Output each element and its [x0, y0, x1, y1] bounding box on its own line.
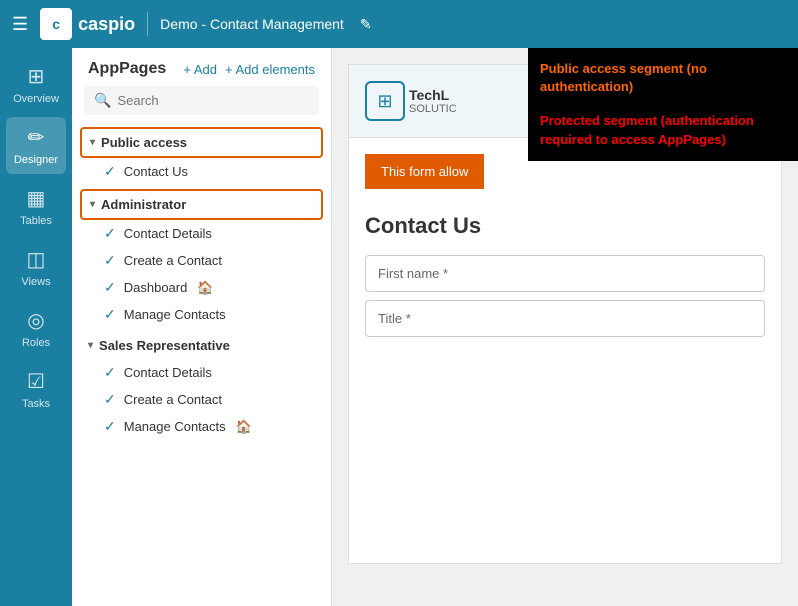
page-item-contact-details-admin[interactable]: ✓ Contact Details	[96, 220, 323, 247]
segment-public-label: Public access	[101, 135, 187, 150]
views-icon: ◫	[27, 247, 46, 272]
check-icon-2: ✓	[104, 225, 116, 242]
home-icon: 🏠	[197, 280, 213, 296]
tech-sub: SOLUTIC	[409, 103, 457, 115]
page-item-manage-contacts-sales[interactable]: ✓ Manage Contacts 🏠	[96, 413, 323, 440]
apppages-list: ▾ Public access ✓ Contact Us ▾ Administr…	[72, 123, 331, 606]
check-icon: ✓	[104, 163, 116, 180]
tables-icon: ▦	[27, 186, 46, 211]
segment-sales-items: ✓ Contact Details ✓ Create a Contact ✓ M…	[80, 359, 323, 440]
check-icon-3: ✓	[104, 252, 116, 269]
segment-sales-label: Sales Representative	[99, 338, 230, 353]
edit-project-icon[interactable]: ✎	[360, 16, 372, 33]
designer-icon: ✏	[28, 125, 45, 150]
sidebar-label-roles: Roles	[22, 337, 50, 349]
sidebar-item-tasks[interactable]: ☑ Tasks	[6, 361, 66, 418]
apppages-header: AppPages + Add + Add elements	[72, 48, 331, 86]
page-label-dashboard: Dashboard	[124, 280, 188, 295]
logo: c caspio	[40, 8, 135, 40]
logo-text: caspio	[78, 14, 135, 35]
segment-admin-items: ✓ Contact Details ✓ Create a Contact ✓ D…	[80, 220, 323, 328]
sidebar-item-views[interactable]: ◫ Views	[6, 239, 66, 296]
page-item-dashboard[interactable]: ✓ Dashboard 🏠	[96, 274, 323, 301]
segment-sales-header[interactable]: ▾ Sales Representative	[80, 332, 323, 359]
roles-icon: ◎	[27, 308, 44, 333]
check-icon-6: ✓	[104, 364, 116, 381]
check-icon-5: ✓	[104, 306, 116, 323]
page-label-create-contact-sales: Create a Contact	[124, 392, 222, 407]
sidebar-label-tasks: Tasks	[22, 398, 50, 410]
page-label-contact-us: Contact Us	[124, 164, 188, 179]
hamburger-icon[interactable]: ☰	[12, 14, 28, 35]
home-icon-2: 🏠	[236, 419, 252, 435]
annotation-protected: Protected segment (authentication requir…	[540, 112, 786, 148]
add-button[interactable]: + Add	[183, 62, 217, 77]
search-icon: 🔍	[94, 92, 111, 109]
first-name-label: First name *	[378, 266, 448, 281]
segment-public-items: ✓ Contact Us	[80, 158, 323, 185]
apppages-panel: AppPages + Add + Add elements 🔍 ▾ Public…	[72, 48, 332, 606]
sidebar-item-designer[interactable]: ✏ Designer	[6, 117, 66, 174]
add-elements-button[interactable]: + Add elements	[225, 62, 315, 77]
apppages-title: AppPages	[88, 60, 166, 78]
sidebar-label-designer: Designer	[14, 154, 58, 166]
page-item-contact-us[interactable]: ✓ Contact Us	[96, 158, 323, 185]
segment-public-header[interactable]: ▾ Public access	[80, 127, 323, 158]
page-label-manage-contacts-admin: Manage Contacts	[124, 307, 226, 322]
tech-name: TechL	[409, 87, 457, 103]
page-item-create-contact-admin[interactable]: ✓ Create a Contact	[96, 247, 323, 274]
project-name: Demo - Contact Management	[160, 16, 344, 32]
sidebar-item-roles[interactable]: ◎ Roles	[6, 300, 66, 357]
search-bar: 🔍	[84, 86, 319, 115]
content-area: ⊞ TechL SOLUTIC This form allow Contact …	[332, 48, 798, 606]
segment-admin-header[interactable]: ▾ Administrator	[80, 189, 323, 220]
tech-logo-icon: ⊞	[365, 81, 405, 121]
sidebar-label-overview: Overview	[13, 93, 59, 105]
annotation-overlay: Public access segment (no authentication…	[528, 48, 798, 161]
page-item-manage-contacts-admin[interactable]: ✓ Manage Contacts	[96, 301, 323, 328]
page-label-manage-contacts-sales: Manage Contacts	[124, 419, 226, 434]
page-label-contact-details-admin: Contact Details	[124, 226, 212, 241]
apppages-actions: + Add + Add elements	[183, 62, 315, 77]
chevron-down-icon: ▾	[90, 137, 95, 148]
overview-icon: ⊞	[28, 64, 45, 89]
check-icon-4: ✓	[104, 279, 116, 296]
chevron-down-icon-3: ▾	[88, 340, 93, 351]
left-sidebar: ⊞ Overview ✏ Designer ▦ Tables ◫ Views ◎…	[0, 48, 72, 606]
check-icon-8: ✓	[104, 418, 116, 435]
main-layout: ⊞ Overview ✏ Designer ▦ Tables ◫ Views ◎…	[0, 48, 798, 606]
sidebar-label-tables: Tables	[20, 215, 52, 227]
annotation-public: Public access segment (no authentication…	[540, 60, 786, 96]
check-icon-7: ✓	[104, 391, 116, 408]
preview-section-title: Contact Us	[349, 205, 781, 247]
title-label: Title *	[378, 311, 411, 326]
page-item-contact-details-sales[interactable]: ✓ Contact Details	[96, 359, 323, 386]
segment-public: ▾ Public access ✓ Contact Us	[80, 127, 323, 185]
sidebar-label-views: Views	[21, 276, 50, 288]
search-input[interactable]	[117, 93, 309, 108]
page-label-create-contact-admin: Create a Contact	[124, 253, 222, 268]
page-item-create-contact-sales[interactable]: ✓ Create a Contact	[96, 386, 323, 413]
segment-administrator: ▾ Administrator ✓ Contact Details ✓ Crea…	[80, 189, 323, 328]
logo-icon: c	[40, 8, 72, 40]
page-label-contact-details-sales: Contact Details	[124, 365, 212, 380]
nav-divider	[147, 12, 148, 36]
sidebar-item-overview[interactable]: ⊞ Overview	[6, 56, 66, 113]
sidebar-item-tables[interactable]: ▦ Tables	[6, 178, 66, 235]
top-nav: ☰ c caspio Demo - Contact Management ✎	[0, 0, 798, 48]
orange-form-button[interactable]: This form allow	[365, 154, 484, 189]
title-field[interactable]: Title *	[365, 300, 765, 337]
first-name-field[interactable]: First name *	[365, 255, 765, 292]
chevron-down-icon-2: ▾	[90, 199, 95, 210]
segment-admin-label: Administrator	[101, 197, 186, 212]
tasks-icon: ☑	[27, 369, 45, 394]
segment-sales: ▾ Sales Representative ✓ Contact Details…	[80, 332, 323, 440]
tech-logo: ⊞ TechL SOLUTIC	[365, 81, 457, 121]
